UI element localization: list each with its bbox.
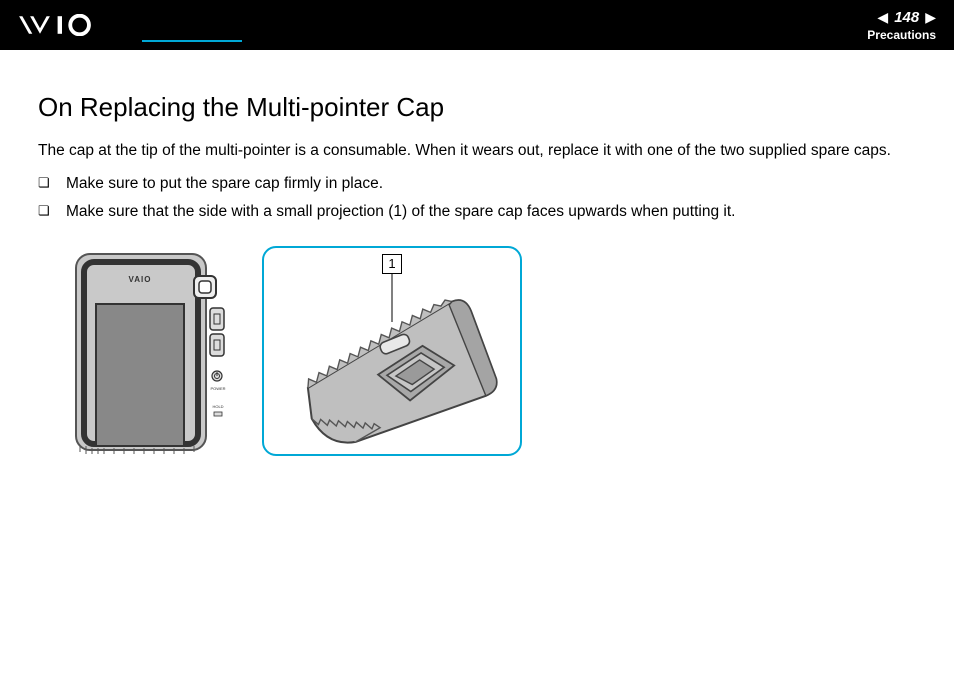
next-page-arrow-icon[interactable]: ▶	[925, 10, 936, 24]
device-illustration: VAIO POWER HOLD	[74, 246, 234, 456]
bullet-list: Make sure to put the spare cap firmly in…	[38, 172, 916, 224]
svg-text:VAIO: VAIO	[129, 275, 152, 284]
header-nav: ◀ 148 ▶ Precautions	[867, 9, 936, 42]
page-title: On Replacing the Multi-pointer Cap	[38, 92, 916, 123]
page-number: 148	[894, 9, 919, 26]
page-header: ◀ 148 ▶ Precautions	[0, 0, 954, 50]
figure: VAIO POWER HOLD	[74, 246, 916, 456]
list-item: Make sure to put the spare cap firmly in…	[38, 172, 916, 196]
list-item: Make sure that the side with a small pro…	[38, 200, 916, 224]
svg-text:POWER: POWER	[210, 386, 225, 391]
cap-detail-illustration: 1	[262, 246, 522, 456]
prev-page-arrow-icon[interactable]: ◀	[877, 10, 888, 24]
intro-text: The cap at the tip of the multi-pointer …	[38, 141, 916, 162]
section-name: Precautions	[867, 28, 936, 42]
vaio-logo	[18, 14, 128, 36]
svg-text:HOLD: HOLD	[212, 404, 223, 409]
callout-connector-line	[142, 40, 242, 42]
page-content: On Replacing the Multi-pointer Cap The c…	[0, 50, 954, 456]
